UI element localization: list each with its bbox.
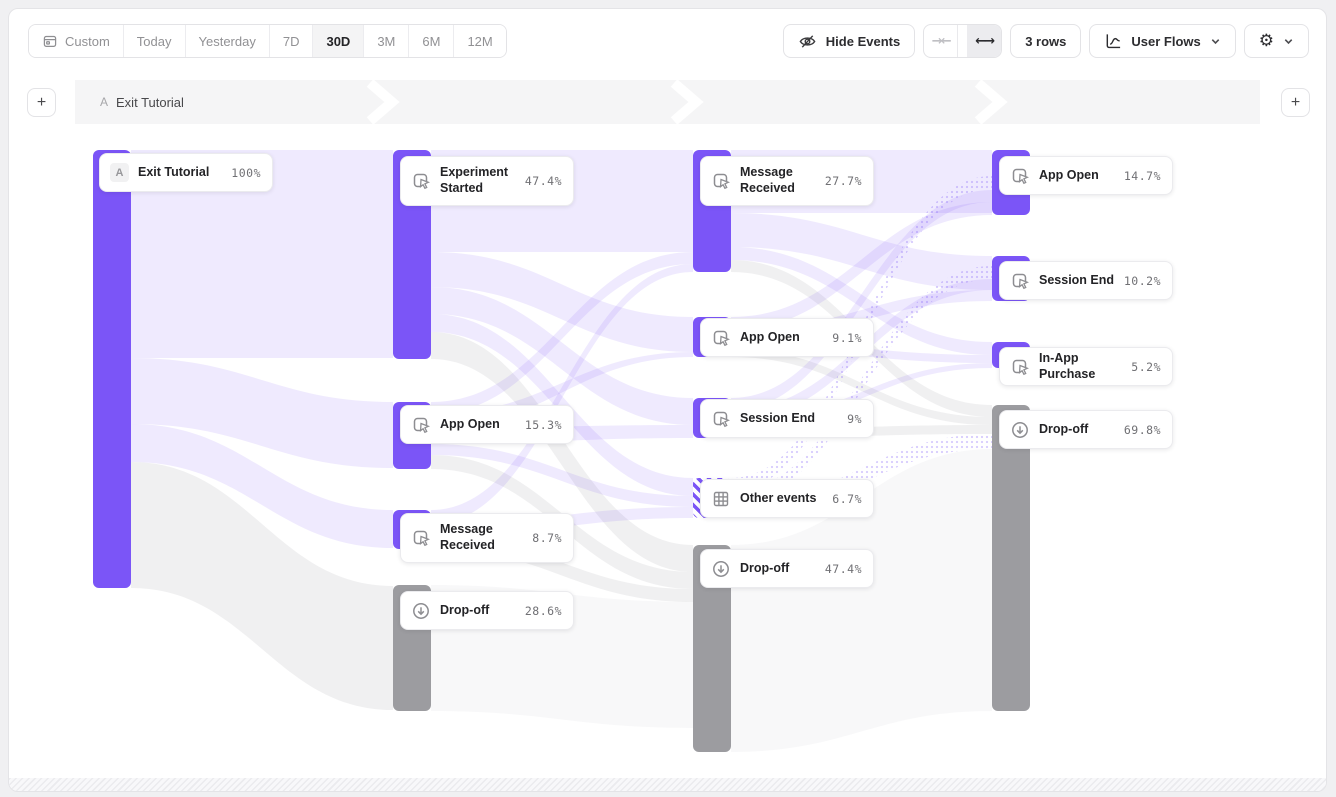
- node-value: 6.7%: [832, 492, 862, 506]
- rows-label: 3 rows: [1025, 34, 1066, 49]
- flow-node-drop-off-4[interactable]: Drop-off 69.8%: [999, 410, 1173, 449]
- user-flows-chart-icon: [1104, 32, 1122, 50]
- flow-node-experiment-started[interactable]: Experiment Started 47.4%: [400, 156, 574, 206]
- date-range-7d[interactable]: 7D: [270, 25, 314, 57]
- node-value: 100%: [231, 166, 261, 180]
- step-title: Exit Tutorial: [116, 95, 184, 110]
- flow-node-session-end-3[interactable]: Session End 9%: [700, 399, 874, 438]
- node-label: Message Received: [740, 165, 816, 196]
- event-icon: [1010, 166, 1030, 186]
- step-separators: [75, 80, 1260, 124]
- node-label: Exit Tutorial: [138, 165, 222, 181]
- node-value: 9%: [847, 412, 862, 426]
- node-value: 14.7%: [1124, 169, 1161, 183]
- node-value: 9.1%: [832, 331, 862, 345]
- node-label: Experiment Started: [440, 165, 516, 196]
- flow-node-session-end-4[interactable]: Session End 10.2%: [999, 261, 1173, 300]
- date-range-6m[interactable]: 6M: [409, 25, 454, 57]
- drop-off-icon: [711, 559, 731, 579]
- node-value: 10.2%: [1124, 274, 1161, 288]
- flow-node-app-open-4[interactable]: App Open 14.7%: [999, 156, 1173, 195]
- node-label: App Open: [440, 417, 516, 433]
- hide-events-label: Hide Events: [826, 34, 900, 49]
- node-label: In-App Purchase: [1039, 351, 1122, 382]
- step-header-band: A Exit Tutorial: [75, 80, 1260, 124]
- add-step-right-button[interactable]: +: [1281, 88, 1310, 117]
- event-icon: [711, 328, 731, 348]
- node-value: 47.4%: [825, 562, 862, 576]
- node-label: Other events: [740, 491, 823, 507]
- chevron-down-icon: [1210, 36, 1221, 47]
- flow-node-exit-tutorial[interactable]: A Exit Tutorial 100%: [99, 153, 273, 192]
- date-range-custom[interactable]: Custom: [29, 25, 124, 57]
- gear-icon: ⚙: [1259, 33, 1274, 50]
- node-label: App Open: [1039, 168, 1115, 184]
- flow-node-message-received-3[interactable]: Message Received 27.7%: [700, 156, 874, 206]
- node-label: Drop-off: [440, 603, 516, 619]
- drop-off-icon: [411, 601, 431, 621]
- toolbar: Custom Today Yesterday 7D 30D 3M 6M 12M …: [28, 24, 1309, 58]
- settings-menu-button[interactable]: ⚙: [1244, 24, 1309, 58]
- flow-node-other-events-3[interactable]: Other events 6.7%: [700, 479, 874, 518]
- step-1-header[interactable]: A Exit Tutorial: [100, 80, 184, 124]
- date-range-today[interactable]: Today: [124, 25, 186, 57]
- chevron-down-icon: [1283, 36, 1294, 47]
- node-label: Session End: [740, 411, 838, 427]
- flow-node-drop-off-2[interactable]: Drop-off 28.6%: [400, 591, 574, 630]
- bottom-scroll-track: [9, 778, 1326, 791]
- event-icon: [411, 415, 431, 435]
- date-range-12m[interactable]: 12M: [454, 25, 505, 57]
- view-selector[interactable]: User Flows: [1089, 24, 1235, 58]
- event-icon: [411, 171, 431, 191]
- calendar-icon: [42, 33, 58, 49]
- flow-bar-exit-tutorial[interactable]: [93, 150, 131, 588]
- step-a-badge: A: [110, 163, 129, 182]
- node-value: 27.7%: [825, 174, 862, 188]
- node-value: 47.4%: [525, 174, 562, 188]
- node-value: 8.7%: [532, 531, 562, 545]
- node-label: Drop-off: [740, 561, 816, 577]
- eye-off-icon: [798, 32, 817, 51]
- view-selector-label: User Flows: [1131, 34, 1200, 49]
- event-icon: [1010, 271, 1030, 291]
- node-label: Message Received: [440, 522, 523, 553]
- flow-node-app-open-2[interactable]: App Open 15.3%: [400, 405, 574, 444]
- step-badge: A: [100, 95, 108, 109]
- node-value: 69.8%: [1124, 423, 1161, 437]
- event-icon: [711, 171, 731, 191]
- flow-node-app-open-3[interactable]: App Open 9.1%: [700, 318, 874, 357]
- event-icon: [411, 528, 431, 548]
- event-icon: [1010, 357, 1030, 377]
- node-label: Session End: [1039, 273, 1115, 289]
- grid-icon: [711, 489, 731, 509]
- node-value: 28.6%: [525, 604, 562, 618]
- flow-node-drop-off-3[interactable]: Drop-off 47.4%: [700, 549, 874, 588]
- node-value: 5.2%: [1131, 360, 1161, 374]
- hide-events-button[interactable]: Hide Events: [783, 24, 915, 58]
- event-icon: [711, 409, 731, 429]
- expand-columns-button[interactable]: ←→: [967, 25, 1001, 57]
- collapse-columns-button[interactable]: →←: [924, 25, 958, 57]
- date-range-label: Custom: [65, 34, 110, 49]
- add-step-left-button[interactable]: +: [27, 88, 56, 117]
- flow-node-message-received-2[interactable]: Message Received 8.7%: [400, 513, 574, 563]
- node-value: 15.3%: [525, 418, 562, 432]
- toolbar-right-group: Hide Events →← ←→ 3 rows User Flows: [783, 24, 1309, 58]
- collapse-expand-toggle: →← ←→: [923, 24, 1002, 58]
- flow-bar-drop-off-4[interactable]: [992, 405, 1030, 711]
- rows-button[interactable]: 3 rows: [1010, 24, 1081, 58]
- flow-node-in-app-purchase-4[interactable]: In-App Purchase 5.2%: [999, 347, 1173, 386]
- date-range-3m[interactable]: 3M: [364, 25, 409, 57]
- date-range-selector: Custom Today Yesterday 7D 30D 3M 6M 12M: [28, 24, 507, 58]
- node-label: Drop-off: [1039, 422, 1115, 438]
- date-range-30d[interactable]: 30D: [313, 25, 364, 57]
- node-label: App Open: [740, 330, 823, 346]
- date-range-yesterday[interactable]: Yesterday: [186, 25, 270, 57]
- drop-off-icon: [1010, 420, 1030, 440]
